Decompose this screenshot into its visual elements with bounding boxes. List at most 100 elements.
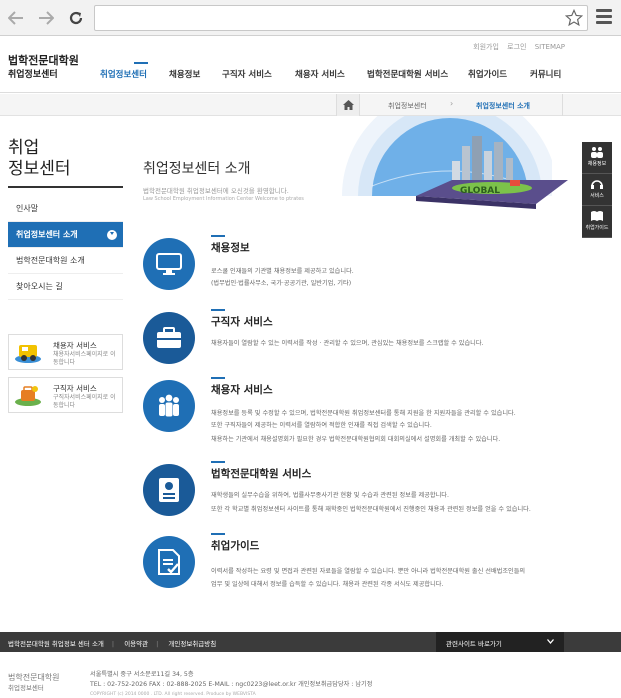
address-bar[interactable] xyxy=(94,5,588,31)
breadcrumb-level1[interactable]: 취업정보센터 xyxy=(388,101,427,111)
browser-toolbar xyxy=(0,0,621,36)
sidebar-rule xyxy=(8,186,123,188)
section-title: 채용정보 xyxy=(211,235,250,254)
section-desc-line: 채용자들이 열람할 수 있는 이력서를 작성 · 관리할 수 있으며, 관심있는… xyxy=(211,340,484,347)
welcome-text-ko: 법학전문대학원 취업정보센터에 오신것을 환영합니다. xyxy=(143,187,289,195)
footer-link-privacy[interactable]: 개인정보취급방침 xyxy=(168,640,216,648)
footer-address: 서울특별시 중구 서소문로11길 34, 5층 xyxy=(90,671,194,678)
section-desc-line: 채용하는 기관에서 채용설명회가 필요한 경우 법학전문대학원협의회 대회의실에… xyxy=(211,436,501,443)
quick-menu: 채용정보 서비스 취업가이드 xyxy=(582,142,612,238)
footer-link-terms[interactable]: 이용약관 xyxy=(124,640,148,648)
section-title: 취업가이드 xyxy=(211,533,260,552)
quick-menu-service[interactable]: 서비스 xyxy=(582,174,612,206)
footer-logo-subtitle: 취업정보센터 xyxy=(8,684,44,692)
sidebar-title-line1: 취업 xyxy=(8,138,40,158)
section-title: 채용자 서비스 xyxy=(211,377,273,396)
section-desc-line: 재학생들의 실무수습을 위하여, 법률사무종사기관 현황 및 수습과 관련된 정… xyxy=(211,492,449,499)
section-title: 법학전문대학원 서비스 xyxy=(211,461,312,480)
jobseeker-banner-icon xyxy=(13,382,43,408)
gnb-item-lawschool[interactable]: 법학전문대학원 서비스 xyxy=(367,68,448,80)
sitemap-link[interactable]: SITEMAP xyxy=(535,43,565,51)
site-logo[interactable]: 법학전문대학원 취업정보센터 xyxy=(8,54,79,82)
related-sites-select[interactable]: 관련사이트 바로가기 xyxy=(436,632,564,652)
gnb-item-career-center[interactable]: 취업정보센터 xyxy=(100,68,147,80)
breadcrumb: 취업정보센터 › 취업정보센터 소개 xyxy=(0,94,621,116)
footer-info: 서울특별시 중구 서소문로11길 34, 5층 TEL : 02-752-202… xyxy=(90,670,372,690)
jobseeker-service-banner[interactable]: 구직자 서비스 구직자서비스페이지로 이동합니다 xyxy=(8,377,123,413)
gnb-item-community[interactable]: 커뮤니티 xyxy=(530,68,561,80)
reload-icon[interactable] xyxy=(66,8,86,28)
bookmark-star-icon[interactable] xyxy=(564,8,584,29)
footer-links: 법학전문대학원 취업정보 센터 소개 | 이용약관 | 개인정보취급방침 xyxy=(8,640,217,648)
back-arrow-icon[interactable] xyxy=(6,8,26,28)
section-jobseeker-service: 구직자 서비스 채용자들이 열람할 수 있는 이력서를 작성 · 관리할 수 있… xyxy=(143,309,583,368)
people-icon xyxy=(591,147,603,158)
section-desc-line: 업무 및 일상에 대해서 정보를 습득할 수 있습니다. 채용과 관련된 각종 … xyxy=(211,581,444,588)
browser-menu-icon[interactable] xyxy=(596,9,612,27)
quick-menu-label: 서비스 xyxy=(590,193,604,199)
sidebar-item-label: 법학전문대학원 소개 xyxy=(16,256,85,265)
gnb-item-jobseeker[interactable]: 구직자 서비스 xyxy=(222,68,272,80)
hero-platform: GLOBAL xyxy=(412,176,572,212)
sidebar-item-lawschool-intro[interactable]: 법학전문대학원 소개 xyxy=(8,248,123,274)
quick-menu-job-info[interactable]: 채용정보 xyxy=(582,142,612,174)
logo-title: 법학전문대학원 xyxy=(8,54,79,67)
footer-logo: 법학전문대학원 취업정보센터 xyxy=(8,673,60,693)
sidebar-item-label: 찾아오시는 길 xyxy=(16,282,63,291)
headset-icon xyxy=(591,180,603,189)
section-employer-service: 채용자 서비스 채용정보를 등록 및 수정할 수 있으며, 법학전문대학원 취업… xyxy=(143,377,583,450)
footer-contact: TEL : 02-752-2026 FAX : 02-888-2025 E-MA… xyxy=(90,681,373,688)
breadcrumb-separator-icon: › xyxy=(450,99,454,108)
section-title: 구직자 서비스 xyxy=(211,309,273,328)
section-desc-line: (법무법인·법률사무소, 국가·공공기관, 일반기업, 기타) xyxy=(211,280,352,287)
banner-title: 구직자 서비스 xyxy=(53,384,97,393)
header-divider xyxy=(0,92,621,93)
forward-arrow-icon[interactable] xyxy=(36,8,56,28)
logo-subtitle: 취업정보센터 xyxy=(8,70,58,80)
banner-desc: 구직자서비스페이지로 이동합니다 xyxy=(53,394,116,409)
gnb-item-guide[interactable]: 취업가이드 xyxy=(468,68,507,80)
sidebar-menu: 인사말 취업정보센터 소개 법학전문대학원 소개 찾아오시는 길 xyxy=(8,196,123,300)
section-desc-line: 채용정보를 등록 및 수정할 수 있으며, 법학전문대학원 취업정보센터를 통해… xyxy=(211,410,516,417)
section-desc-line: 로스쿨 인재들의 기관별 채용정보를 제공하고 있습니다. xyxy=(211,268,354,275)
home-icon[interactable] xyxy=(336,94,360,116)
sidebar-item-center-intro[interactable]: 취업정보센터 소개 xyxy=(8,222,123,248)
login-link[interactable]: 로그인 xyxy=(507,43,526,51)
banner-title: 채용자 서비스 xyxy=(53,341,97,350)
employer-banner-icon xyxy=(13,339,43,365)
section-lawschool-service: 법학전문대학원 서비스 재학생들의 실무수습을 위하여, 법률사무종사기관 현황… xyxy=(143,461,583,524)
chevron-down-icon xyxy=(107,230,117,240)
sidebar-item-label: 인사말 xyxy=(16,204,39,213)
signup-link[interactable]: 회원가입 xyxy=(473,43,499,51)
footer-bar: 법학전문대학원 취업정보 센터 소개 | 이용약관 | 개인정보취급방침 관련사이트… xyxy=(0,632,621,652)
sidebar-item-greeting[interactable]: 인사말 xyxy=(8,196,123,222)
sidebar-item-directions[interactable]: 찾아오시는 길 xyxy=(8,274,123,300)
breadcrumb-divider xyxy=(562,94,563,116)
sidebar-item-label: 취업정보센터 소개 xyxy=(16,230,78,239)
footer-link-about[interactable]: 법학전문대학원 취업정보 센터 소개 xyxy=(8,640,104,648)
gnb-item-employer[interactable]: 채용자 서비스 xyxy=(295,68,345,80)
document-check-icon xyxy=(143,536,195,588)
id-card-icon xyxy=(143,464,195,516)
footer-copyright: COPYRIGHT (c) 2014 0000 . LTD. All right… xyxy=(90,692,256,697)
hero-label: GLOBAL xyxy=(460,186,500,196)
gnb-active-indicator xyxy=(134,62,148,64)
quick-menu-label: 채용정보 xyxy=(587,161,607,167)
related-sites-label: 관련사이트 바로가기 xyxy=(446,640,502,648)
briefcase-icon xyxy=(143,312,195,364)
breadcrumb-level2[interactable]: 취업정보센터 소개 xyxy=(476,101,530,111)
quick-menu-guide[interactable]: 취업가이드 xyxy=(582,206,612,238)
sidebar-title: 취업 정보센터 xyxy=(8,138,71,180)
section-job-info: 채용정보 로스쿨 인재들의 기관별 채용정보를 제공하고 있습니다. (법무법인… xyxy=(143,235,583,298)
welcome-text-en: Law School Employment Information Center… xyxy=(143,196,304,202)
gnb-item-job-info[interactable]: 채용정보 xyxy=(169,68,200,80)
section-career-guide: 취업가이드 이력서를 작성하는 요령 및 면접과 관련된 자료들을 열람할 수 … xyxy=(143,533,583,596)
quick-menu-label: 취업가이드 xyxy=(585,225,609,231)
book-icon xyxy=(591,211,603,221)
section-desc-line: 이력서를 작성하는 요령 및 면접과 관련된 자료들을 열람할 수 있습니다. … xyxy=(211,568,526,575)
section-desc-line: 또한 각 학교별 취업정보센터 사이트를 통해 재학중인 법학전문대학원에서 진… xyxy=(211,506,531,513)
employer-service-banner[interactable]: 채용자 서비스 채용자서비스페이지로 이동합니다 xyxy=(8,334,123,370)
people-icon xyxy=(143,380,195,432)
utility-links: 회원가입 로그인 SITEMAP xyxy=(467,42,565,52)
page-title: 취업정보센터 소개 xyxy=(143,161,251,177)
